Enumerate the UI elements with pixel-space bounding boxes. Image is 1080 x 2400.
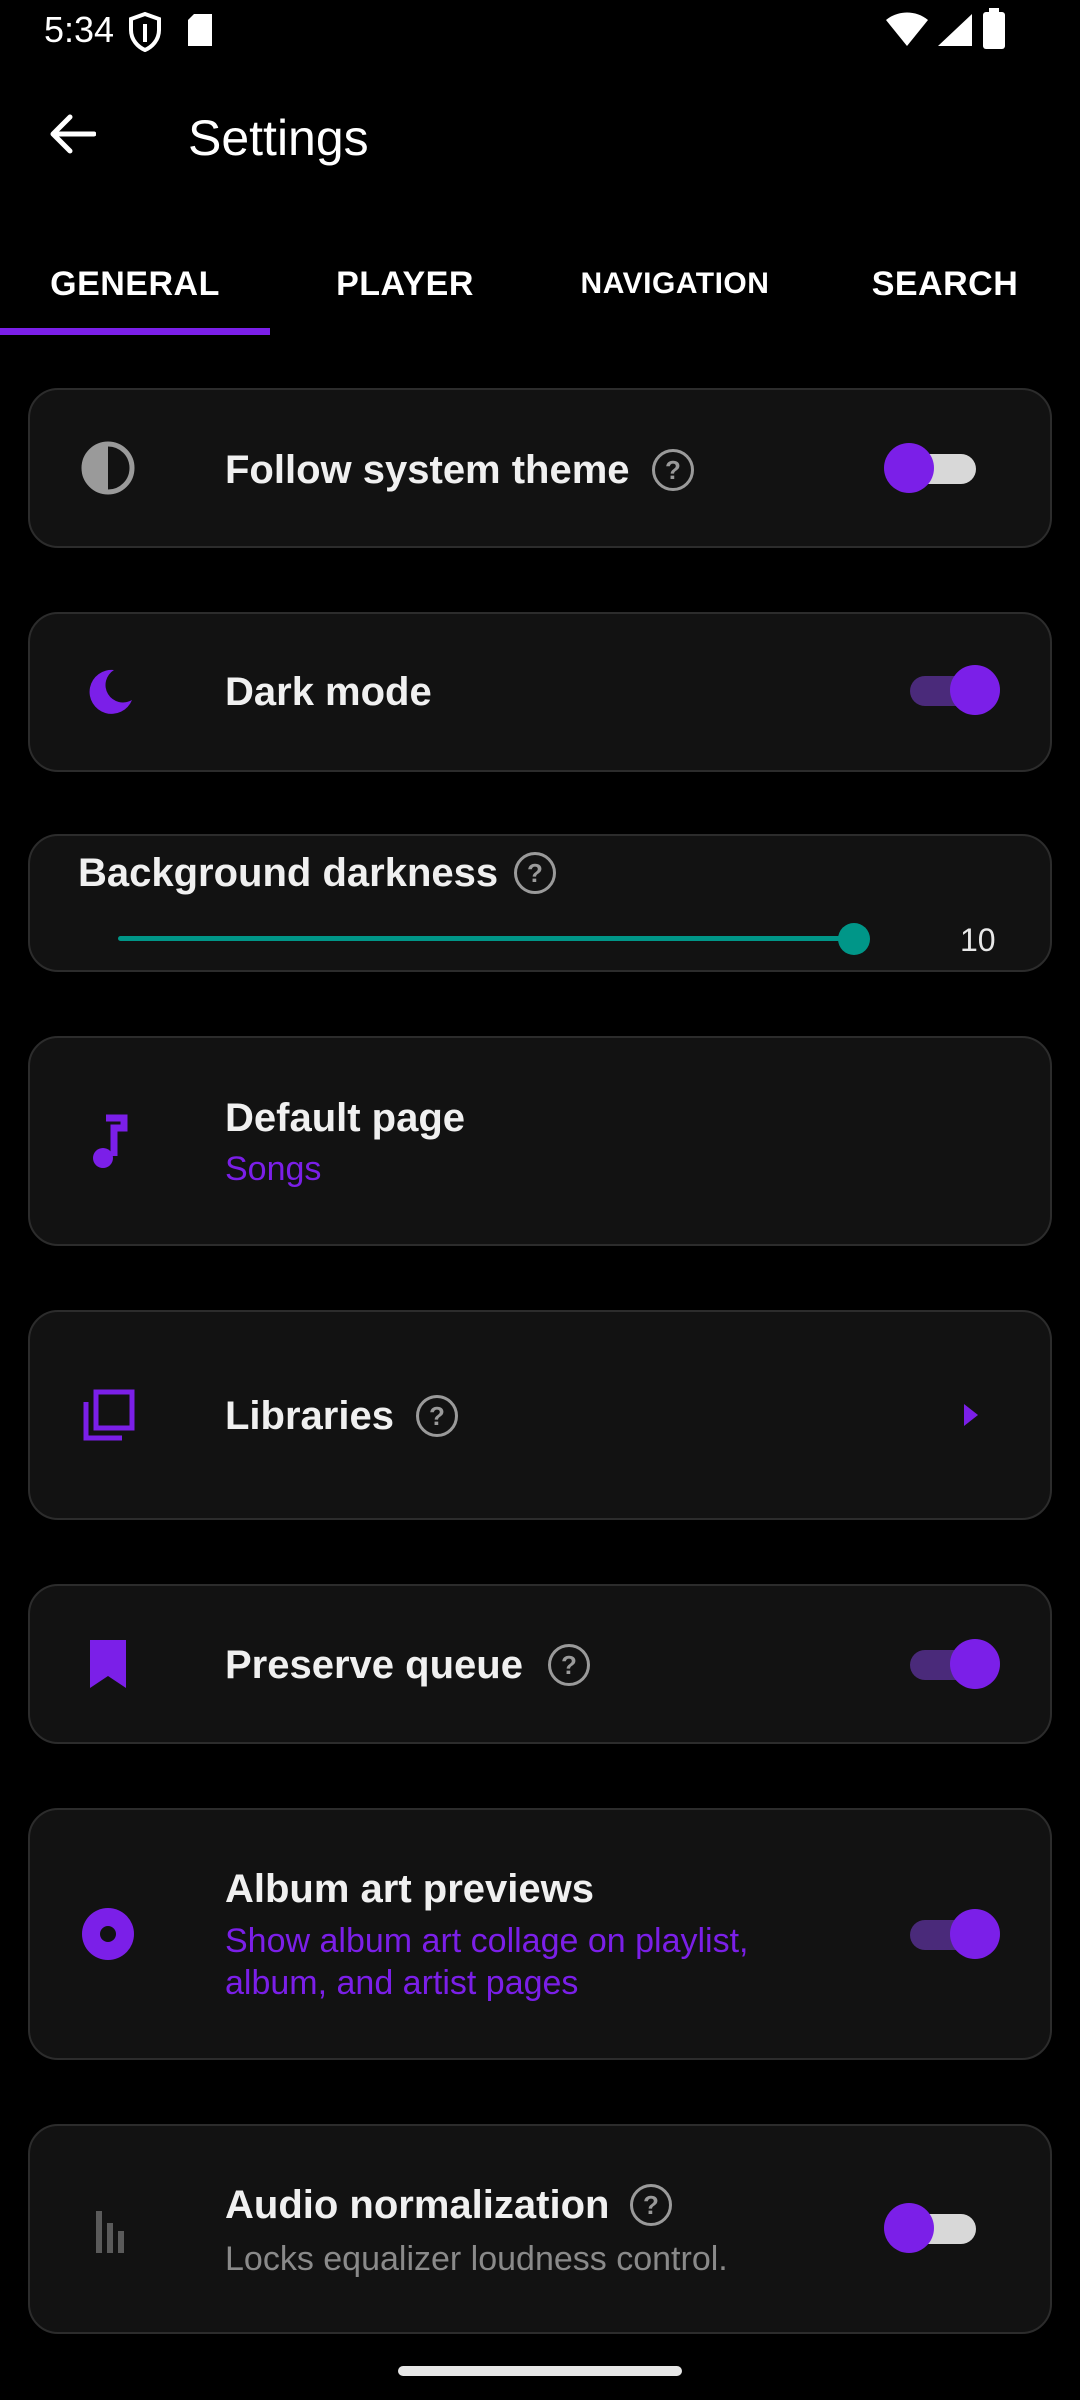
background-darkness-label: Background darkness [78, 851, 499, 895]
tab-indicator [0, 328, 270, 335]
help-icon[interactable]: ? [652, 449, 694, 491]
album-art-previews-switch[interactable] [906, 1902, 1002, 1966]
wifi-icon [886, 12, 928, 46]
setting-default-page[interactable] [28, 1036, 1052, 1246]
status-time: 5:34 [44, 9, 115, 50]
tab-navigation[interactable]: NAVIGATION [540, 232, 810, 336]
libraries-label: Libraries [225, 1394, 394, 1438]
setting-preserve-queue[interactable] [28, 1584, 1052, 1744]
help-icon[interactable]: ? [416, 1395, 458, 1437]
gesture-navigation-handle[interactable] [398, 2366, 682, 2376]
audio-normalization-switch[interactable] [884, 2196, 984, 2260]
back-arrow-icon [50, 114, 96, 154]
album-icon [78, 1904, 138, 1964]
help-icon[interactable]: ? [514, 852, 556, 894]
setting-libraries[interactable] [28, 1310, 1052, 1520]
moon-icon [78, 662, 138, 722]
music-note-icon [78, 1112, 138, 1172]
follow-system-theme-label: Follow system theme [225, 448, 630, 492]
default-page-label: Default page [225, 1096, 466, 1140]
audio-normalization-description: Locks equalizer loudness control. [225, 2240, 728, 2278]
background-darkness-value: 10 [960, 922, 996, 958]
tab-search[interactable]: SEARCH [810, 232, 1080, 336]
dark-mode-label: Dark mode [225, 670, 432, 714]
audio-normalization-label: Audio normalization [225, 2183, 610, 2227]
shield-icon [129, 12, 161, 52]
library-icon [78, 1386, 138, 1446]
battery-icon [983, 8, 1005, 49]
dark-mode-switch[interactable] [906, 658, 1002, 722]
help-icon[interactable]: ? [548, 1644, 590, 1686]
page-title: Settings [188, 110, 369, 166]
background-darkness-slider-track[interactable] [118, 936, 854, 941]
album-art-previews-label: Album art previews [225, 1867, 595, 1911]
help-icon[interactable]: ? [630, 2184, 672, 2226]
setting-dark-mode[interactable] [28, 612, 1052, 772]
tab-player[interactable]: PLAYER [270, 232, 540, 336]
default-page-value: Songs [225, 1150, 322, 1188]
signal-icon [938, 14, 972, 46]
background-darkness-slider-thumb[interactable] [838, 923, 870, 955]
bookmark-icon [78, 1634, 138, 1694]
preserve-queue-label: Preserve queue [225, 1643, 523, 1687]
album-art-previews-description: Show album art collage on playlist, albu… [225, 1922, 749, 2002]
chevron-right-icon [964, 1404, 978, 1426]
equalizer-icon [80, 2202, 140, 2262]
sd-card-icon [188, 14, 212, 46]
preserve-queue-switch[interactable] [906, 1632, 1002, 1696]
contrast-icon [78, 438, 138, 498]
tab-general[interactable]: GENERAL [0, 232, 270, 336]
follow-system-theme-switch[interactable] [884, 436, 984, 500]
back-button[interactable] [38, 100, 106, 168]
